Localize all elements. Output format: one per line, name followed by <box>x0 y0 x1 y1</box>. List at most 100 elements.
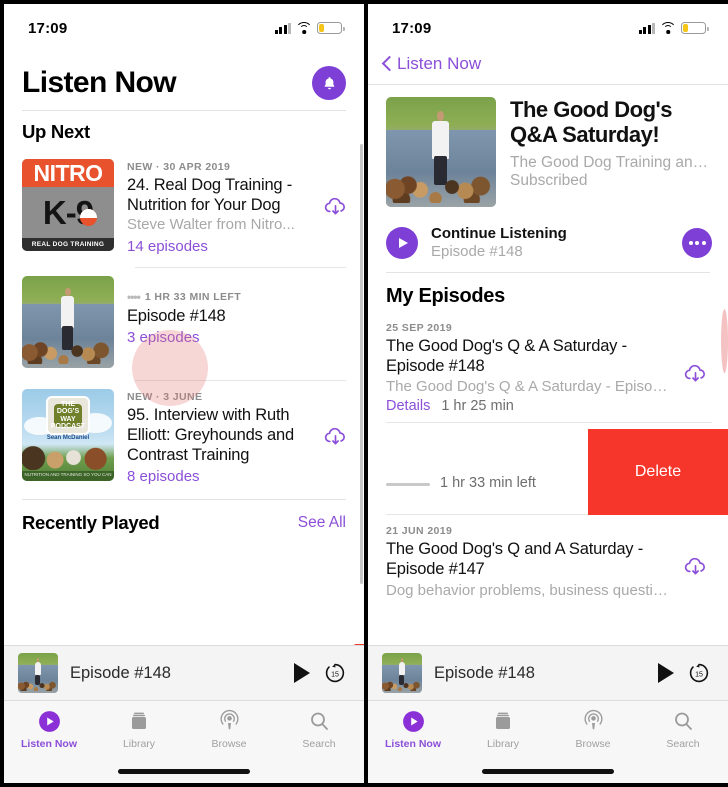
play-icon[interactable] <box>294 663 310 683</box>
library-icon <box>127 708 151 734</box>
episode-row[interactable]: 25 SEP 2019 The Good Dog's Q & A Saturda… <box>368 314 728 429</box>
broadcast-icon <box>581 708 606 734</box>
back-button[interactable]: Listen Now <box>382 54 481 74</box>
list-item[interactable]: NITRO K-9 REAL DOG TRAINING NEW · 30 APR… <box>4 151 364 263</box>
list-item-episode-count[interactable]: 8 episodes <box>127 468 305 485</box>
play-circle-icon[interactable] <box>386 226 418 259</box>
tab-label: Search <box>302 738 336 750</box>
home-indicator <box>118 769 250 774</box>
tab-label: Library <box>122 738 156 750</box>
nav-bar: Listen Now <box>368 44 728 84</box>
library-icon <box>491 708 515 734</box>
bell-icon[interactable] <box>312 66 346 100</box>
left-scroll-body[interactable]: Listen Now Up Next NITRO K-9 REAL DOG TR… <box>4 44 364 660</box>
episode-title: The Good Dog's Q & A Saturday - Episode … <box>386 337 627 376</box>
dogs-way-artwork[interactable]: THE DOG'S WAY PODCAST Sean McDaniel NUTR… <box>22 389 114 481</box>
player-episode-title: Episode #148 <box>70 663 171 682</box>
player-artwork[interactable] <box>382 653 422 693</box>
download-cloud-icon[interactable] <box>318 424 352 451</box>
artwork-badge: THE DOG'S WAY PODCAST <box>45 396 91 435</box>
mini-player-bar[interactable]: Episode #148 15 <box>368 645 728 700</box>
status-bar: 17:09 <box>368 4 728 44</box>
good-dog-walking-artwork[interactable] <box>22 276 114 368</box>
episode-description: The Good Dog's Q & A Saturday - Episod..… <box>386 378 670 396</box>
list-item-title: Episode #148 <box>127 307 226 325</box>
mini-player-bar[interactable]: Episode #148 15 <box>4 645 364 700</box>
good-dog-walking-artwork[interactable] <box>386 97 496 207</box>
see-all-link[interactable]: See All <box>298 514 346 532</box>
download-cloud-icon[interactable] <box>318 194 352 221</box>
right-scroll-body[interactable]: Listen Now The Good Dog's Q&A Saturday! … <box>368 44 728 660</box>
skip-forward-15-icon[interactable]: 15 <box>686 660 712 686</box>
vertical-scrollbar[interactable] <box>360 144 363 584</box>
episode-meta: Details 1 hr 25 min <box>386 398 670 414</box>
episode-text: The Good Dog's Q and A Saturday - Episod… <box>386 537 670 598</box>
episode-details-link[interactable]: Details <box>386 398 430 414</box>
home-indicator <box>482 769 614 774</box>
show-meta: The Good Dog's Q&A Saturday! The Good Do… <box>510 97 712 207</box>
episode-duration: 1 hr 25 min <box>441 398 514 415</box>
show-author: The Good Dog Training and... <box>510 153 712 171</box>
artwork-strip-text: NUTRITION AND TRAINING SO YOU CAN ENJOY … <box>22 470 114 481</box>
show-header: The Good Dog's Q&A Saturday! The Good Do… <box>368 85 728 211</box>
tab-listen-now[interactable]: Listen Now <box>4 708 94 783</box>
progress-dots-icon: •••• <box>127 290 141 304</box>
status-bar-clock: 17:09 <box>392 19 432 37</box>
play-circle-icon <box>401 708 426 734</box>
download-cloud-icon[interactable] <box>678 554 712 581</box>
nitro-k9-artwork[interactable]: NITRO K-9 REAL DOG TRAINING <box>22 159 114 251</box>
tab-search[interactable]: Search <box>274 708 364 783</box>
tab-label: Search <box>666 738 700 750</box>
tab-search[interactable]: Search <box>638 708 728 783</box>
download-cloud-icon[interactable] <box>678 361 712 388</box>
tab-listen-now[interactable]: Listen Now <box>368 708 458 783</box>
list-item-content: NEW · 3 JUNE 95. Interview with Ruth Ell… <box>127 389 305 485</box>
listen-now-header: Listen Now <box>4 44 364 110</box>
show-subscription-status: Subscribed <box>510 171 588 189</box>
continue-listening-title: Continue Listening <box>431 225 567 242</box>
skip-forward-15-icon[interactable]: 15 <box>322 660 348 686</box>
list-item-episode-count[interactable]: 3 episodes <box>127 329 305 346</box>
search-icon <box>307 708 331 734</box>
ball-shape <box>80 209 97 226</box>
list-item[interactable]: •••• 1 HR 33 MIN LEFT Episode #148 3 epi… <box>4 268 364 406</box>
playback-progress-bar[interactable] <box>386 482 430 487</box>
show-title: The Good Dog's Q&A Saturday! <box>510 97 673 148</box>
tap-indicator-partial <box>721 309 728 373</box>
artwork-middle: K-9 <box>22 187 114 238</box>
player-artwork[interactable] <box>18 653 58 693</box>
svg-text:15: 15 <box>695 672 703 679</box>
wifi-icon <box>296 22 312 34</box>
episode-description: Dog behavior problems, business questio.… <box>386 581 670 599</box>
episode-text: The Good Dog's Q & A Saturday - Episode … <box>386 334 670 414</box>
play-icon[interactable] <box>658 663 674 683</box>
status-bar-icons <box>274 22 345 34</box>
tab-bar[interactable]: Listen Now Library Browse Search <box>368 700 728 783</box>
player-episode-title: Episode #148 <box>434 663 535 682</box>
episode-date: 21 JUN 2019 <box>386 525 453 538</box>
list-item[interactable]: THE DOG'S WAY PODCAST Sean McDaniel NUTR… <box>4 381 364 493</box>
episode-row-swiped[interactable]: 1 hr 33 min left Delete <box>368 429 728 516</box>
tab-label: Library <box>486 738 520 750</box>
delete-button[interactable]: Delete <box>588 429 728 516</box>
episode-body: The Good Dog's Q and A Saturday - Episod… <box>386 537 712 599</box>
right-phone-screen: 17:09 Listen Now The Good Dog's Q&A Satu… <box>368 4 728 783</box>
continue-listening-row[interactable]: Continue Listening Episode #148 <box>368 211 728 272</box>
list-item-episode-count[interactable]: 14 episodes <box>127 238 305 255</box>
list-item-content: •••• 1 HR 33 MIN LEFT Episode #148 3 epi… <box>127 276 305 346</box>
tab-bar[interactable]: Listen Now Library Browse Search <box>4 700 364 783</box>
artwork-text-top: NITRO <box>22 159 114 187</box>
list-item-eyebrow: NEW · 30 APR 2019 <box>127 161 231 173</box>
list-item-eyebrow: NEW · 3 JUNE <box>127 391 203 403</box>
broadcast-icon <box>217 708 242 734</box>
cellular-signal-icon <box>638 22 655 34</box>
section-title-recently-played: Recently Played <box>22 512 160 534</box>
episode-row[interactable]: 21 JUN 2019 The Good Dog's Q and A Satur… <box>368 515 728 604</box>
play-circle-icon <box>37 708 62 734</box>
ellipsis-icon[interactable] <box>682 227 712 258</box>
tab-label: Listen Now <box>384 738 441 750</box>
chevron-left-icon <box>382 55 393 73</box>
episode-divider <box>386 422 712 424</box>
section-title-up-next: Up Next <box>22 121 90 142</box>
section-title-my-episodes: My Episodes <box>386 285 505 307</box>
